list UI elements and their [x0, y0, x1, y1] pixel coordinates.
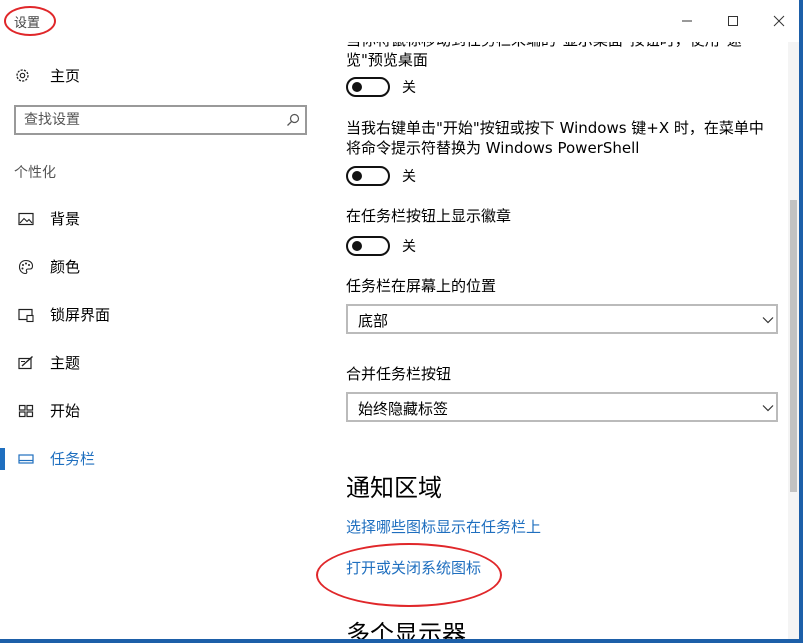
notification-area-heading: 通知区域	[346, 474, 442, 502]
toggle-knob	[352, 171, 362, 181]
badge-toggle[interactable]	[346, 236, 390, 256]
minimize-icon	[682, 20, 692, 22]
annotation-circle-link	[316, 543, 502, 607]
minimize-button[interactable]	[674, 8, 700, 34]
powershell-toggle[interactable]	[346, 166, 390, 186]
active-indicator	[0, 448, 5, 470]
powershell-setting-text: 当我右键单击"开始"按钮或按下 Windows 键+X 时，在菜单中将命令提示符…	[346, 119, 764, 157]
combine-select-value: 始终隐藏标签	[358, 400, 449, 418]
sidebar-item-label: 主题	[50, 354, 81, 372]
lock-screen-icon	[18, 308, 34, 323]
position-select-value: 底部	[358, 312, 389, 330]
sidebar-item-lock-screen[interactable]: 锁屏界面	[0, 302, 320, 328]
search-box[interactable]	[14, 105, 307, 135]
multiple-displays-heading: 多个显示器	[346, 620, 466, 639]
peek-toggle-state: 关	[402, 80, 416, 96]
sidebar-item-background[interactable]: 背景	[0, 206, 320, 232]
window-frame-bottom	[0, 639, 803, 643]
sidebar-item-label: 背景	[50, 210, 81, 228]
badge-setting-text: 在任务栏按钮上显示徽章	[346, 207, 512, 225]
sidebar-item-start[interactable]: 开始	[0, 398, 320, 424]
sidebar-item-label: 锁屏界面	[50, 306, 111, 324]
image-icon	[18, 212, 34, 226]
chevron-down-icon	[762, 317, 774, 324]
section-label-personalization: 个性化	[14, 165, 56, 181]
peek-toggle-row: 关	[346, 76, 416, 98]
position-select[interactable]: 底部	[346, 304, 778, 334]
sidebar-item-label: 开始	[50, 402, 81, 420]
sidebar-item-themes[interactable]: 主题	[0, 350, 320, 376]
taskbar-icon	[18, 454, 34, 464]
search-icon	[287, 113, 300, 126]
sidebar-item-taskbar[interactable]: 任务栏	[0, 446, 320, 472]
sidebar-item-colors[interactable]: 颜色	[0, 254, 320, 280]
sidebar-item-label: 任务栏	[50, 450, 96, 468]
sidebar: 主页 个性化 背景 颜色	[0, 42, 320, 639]
close-button[interactable]	[766, 8, 792, 34]
scrollbar[interactable]	[788, 42, 799, 639]
select-taskbar-icons-link[interactable]: 选择哪些图标显示在任务栏上	[346, 516, 541, 537]
gear-icon	[16, 68, 29, 82]
start-grid-icon	[18, 404, 34, 418]
toggle-knob	[352, 82, 362, 92]
close-icon	[773, 15, 785, 27]
combine-select[interactable]: 始终隐藏标签	[346, 392, 778, 422]
palette-icon	[18, 259, 34, 275]
peek-toggle[interactable]	[346, 77, 390, 97]
badge-toggle-row: 关	[346, 235, 416, 257]
toggle-knob	[352, 241, 362, 251]
position-label: 任务栏在屏幕上的位置	[346, 277, 497, 295]
theme-icon	[18, 355, 33, 370]
peek-setting-text: 当你将鼠标移动到任务栏末端的"显示桌面"按钮时，使用"速览"预览桌面	[346, 42, 742, 69]
search-input[interactable]	[24, 111, 274, 129]
maximize-icon	[728, 16, 738, 26]
maximize-button[interactable]	[720, 8, 746, 34]
scrollbar-thumb[interactable]	[790, 200, 797, 492]
badge-toggle-state: 关	[402, 239, 416, 255]
chevron-down-icon	[762, 405, 774, 412]
sidebar-item-label: 颜色	[50, 258, 81, 276]
powershell-toggle-state: 关	[402, 169, 416, 185]
annotation-circle-title	[4, 6, 56, 36]
settings-window: 设置 主页 个性化	[0, 0, 803, 643]
nav-home[interactable]: 主页	[14, 64, 80, 86]
nav-home-label: 主页	[50, 66, 81, 85]
window-frame-right	[799, 0, 803, 643]
powershell-toggle-row: 关	[346, 165, 416, 187]
title-bar: 设置	[0, 0, 803, 42]
combine-label: 合并任务栏按钮	[346, 365, 452, 383]
